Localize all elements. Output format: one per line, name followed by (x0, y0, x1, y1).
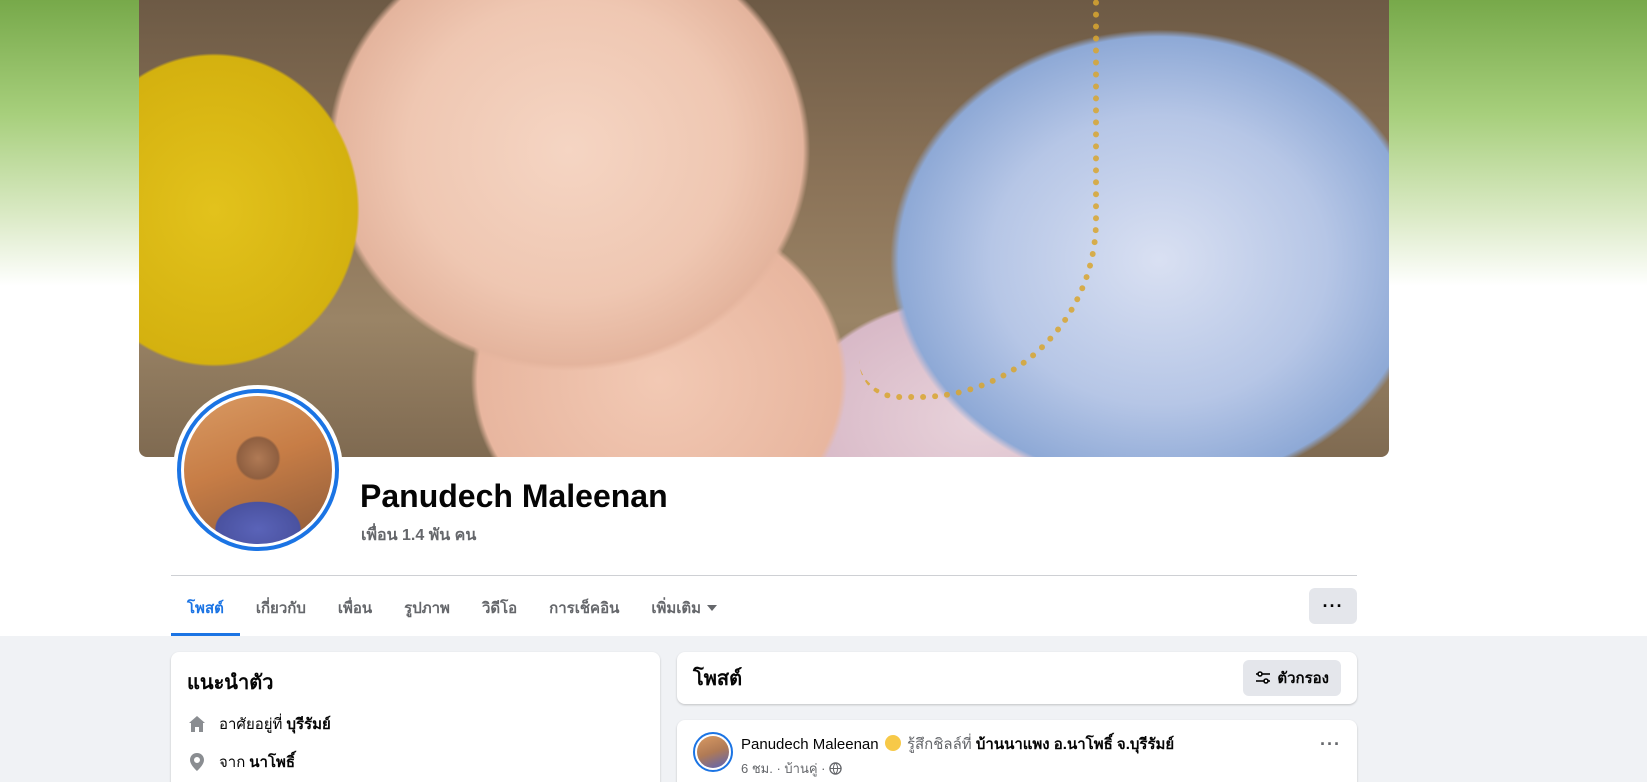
post-avatar-image (697, 736, 729, 768)
more-options-button[interactable]: ··· (1309, 588, 1357, 624)
intro-lives-in: อาศัยอยู่ที่ บุรีรัมย์ (187, 712, 644, 736)
filter-sliders-icon (1256, 671, 1271, 684)
filter-label: ตัวกรอง (1277, 670, 1329, 687)
header-divider (171, 575, 1357, 576)
friends-count-link[interactable]: เพื่อน 1.4 พัน คน (361, 523, 476, 548)
posts-header-card: โพสต์ ตัวกรอง (677, 652, 1357, 704)
tab-label: การเช็คอิน (549, 600, 620, 617)
profile-tabs: โพสต์ เกี่ยวกับ เพื่อน รูปภาพ วิดีโอ การ… (171, 580, 733, 636)
post-author-avatar[interactable] (693, 732, 733, 772)
avatar-image (184, 396, 332, 544)
tab-posts[interactable]: โพสต์ (171, 580, 240, 636)
post-timestamp[interactable]: 6 ชม. · บ้านคู่ · (741, 758, 825, 779)
relieved-face-icon (884, 735, 901, 751)
profile-avatar[interactable] (173, 385, 343, 555)
lives-prefix: อาศัยอยู่ที่ (219, 716, 283, 733)
avatar-story-ring (177, 389, 339, 551)
from-value-link[interactable]: นาโพธิ์ (249, 750, 295, 774)
profile-name: Panudech Maleenan (360, 478, 668, 514)
tab-label: เกี่ยวกับ (255, 600, 306, 617)
tab-label: เพื่อน (337, 600, 373, 617)
post-meta: Panudech Maleenan รู้สึกชิลล์ที่ บ้านนาแ… (741, 732, 1174, 779)
caret-down-icon (707, 605, 718, 611)
tab-photos[interactable]: รูปภาพ (388, 580, 466, 636)
post-author-link[interactable]: Panudech Maleenan (741, 736, 879, 753)
home-icon (189, 716, 205, 732)
post-title-line: Panudech Maleenan รู้สึกชิลล์ที่ บ้านนาแ… (741, 732, 1174, 756)
intro-title: แนะนำตัว (187, 672, 274, 694)
tab-label: รูปภาพ (404, 600, 450, 617)
post-subline: 6 ชม. · บ้านคู่ · (741, 758, 1174, 779)
tab-videos[interactable]: วิดีโอ (466, 580, 533, 636)
intro-from: จาก นาโพธิ์ (187, 750, 644, 774)
cover-photo-detail (859, 0, 1099, 400)
post-card: Panudech Maleenan รู้สึกชิลล์ที่ บ้านนาแ… (677, 720, 1357, 782)
post-feeling: รู้สึกชิลล์ที่ (906, 736, 972, 753)
cover-photo[interactable] (139, 0, 1389, 457)
post-menu-button[interactable]: ··· (1320, 734, 1341, 755)
post-header: Panudech Maleenan รู้สึกชิลล์ที่ บ้านนาแ… (693, 732, 1341, 779)
tab-label: โพสต์ (187, 600, 224, 617)
tab-label: เพิ่มเติม (651, 600, 702, 617)
tab-check-ins[interactable]: การเช็คอิน (533, 580, 635, 636)
post-place-link[interactable]: บ้านนาแพง อ.นาโพธิ์ จ.บุรีรัมย์ (976, 736, 1174, 753)
tab-more[interactable]: เพิ่มเติม (635, 580, 733, 636)
tab-friends[interactable]: เพื่อน (322, 580, 388, 636)
location-pin-icon (190, 753, 204, 771)
lives-value-link[interactable]: บุรีรัมย์ (286, 712, 330, 736)
intro-card: แนะนำตัว อาศัยอยู่ที่ บุรีรัมย์ จาก นาโพ… (171, 652, 660, 782)
tab-label: วิดีโอ (481, 600, 518, 617)
filter-button[interactable]: ตัวกรอง (1243, 660, 1341, 696)
posts-title: โพสต์ (693, 668, 743, 690)
from-prefix: จาก (219, 754, 246, 771)
globe-icon (829, 762, 843, 775)
tab-about[interactable]: เกี่ยวกับ (240, 580, 322, 636)
